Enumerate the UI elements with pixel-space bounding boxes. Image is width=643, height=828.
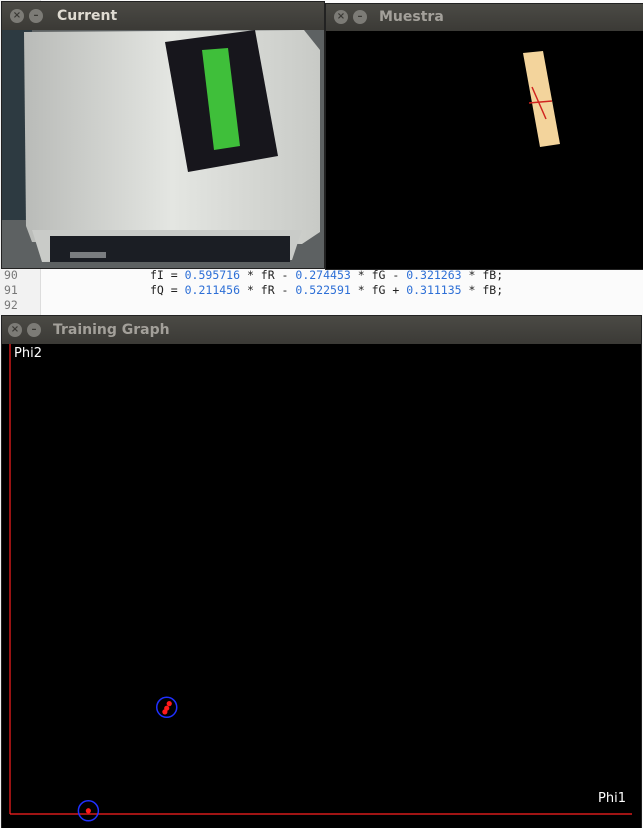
minimize-icon[interactable]: – [29, 9, 43, 23]
y-axis-label: Phi2 [14, 346, 42, 361]
current-titlebar[interactable]: × – Current [2, 2, 324, 30]
muestra-window[interactable]: × – Muestra [326, 4, 643, 269]
code-line: 91 fQ = 0.211456 * fR - 0.522591 * fG + 0… [0, 283, 643, 298]
camera-feed [2, 30, 324, 268]
close-icon[interactable]: × [8, 323, 22, 337]
data-point [166, 701, 172, 707]
code-text: fI = 0.595716 * fR - 0.274453 * fG - 0.3… [150, 268, 504, 282]
line-number: 90 [4, 268, 18, 282]
data-point [85, 808, 91, 814]
code-line: 90 fI = 0.595716 * fR - 0.274453 * fG - 0… [0, 268, 643, 283]
window-title: Current [57, 8, 118, 24]
minimize-icon[interactable]: – [27, 323, 41, 337]
x-axis-label: Phi1 [598, 791, 626, 806]
sample-image [326, 31, 643, 269]
line-number: 92 [4, 298, 18, 312]
data-point [162, 709, 168, 715]
training-graph-window[interactable]: × – Training Graph Phi2 Phi1 [2, 316, 641, 828]
muestra-titlebar[interactable]: × – Muestra [326, 4, 643, 31]
window-title: Training Graph [53, 322, 170, 338]
camera-image [2, 30, 324, 268]
current-window[interactable]: × – Current [2, 2, 324, 268]
minimize-icon[interactable]: – [353, 10, 367, 24]
close-icon[interactable]: × [10, 9, 24, 23]
training-titlebar[interactable]: × – Training Graph [2, 316, 641, 344]
graph-canvas: Phi2 Phi1 [2, 344, 641, 822]
close-icon[interactable]: × [334, 10, 348, 24]
code-text: fQ = 0.211456 * fR - 0.522591 * fG + 0.3… [150, 283, 504, 297]
line-number: 91 [4, 283, 18, 297]
code-line: 92 [0, 298, 643, 313]
training-graph [9, 344, 632, 822]
window-title: Muestra [379, 9, 444, 25]
